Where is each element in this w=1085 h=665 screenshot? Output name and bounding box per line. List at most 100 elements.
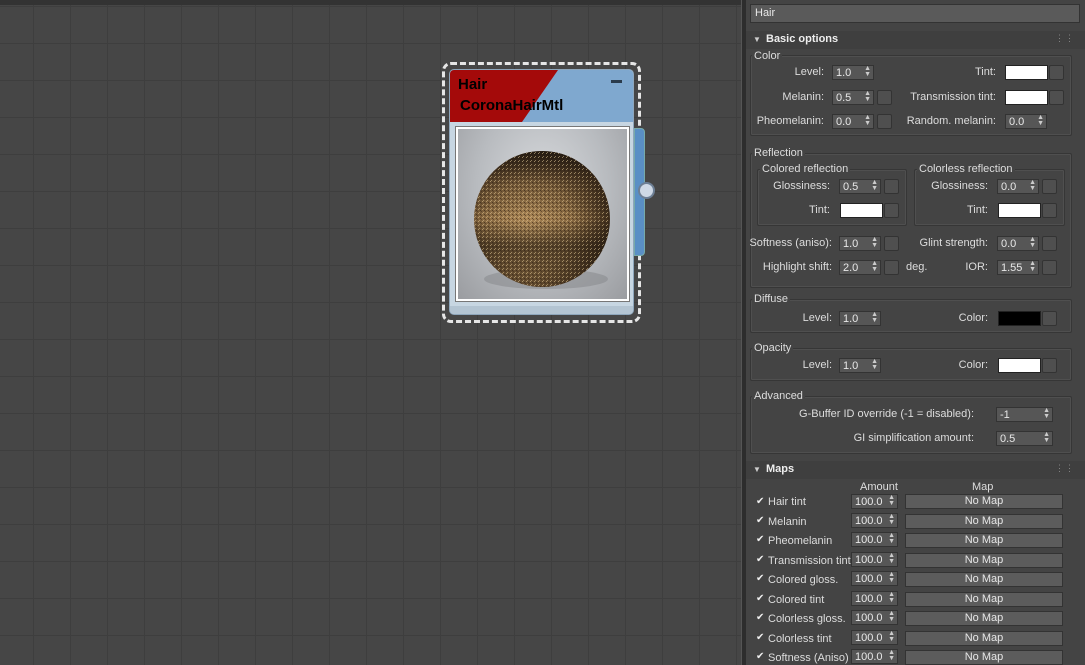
ior-map-button[interactable] [1042,260,1057,275]
map-row-label: Colored gloss. [768,574,839,586]
collapse-triangle-icon: ▼ [753,465,761,474]
opacity-color-swatch[interactable] [998,358,1041,373]
softness-map-button[interactable] [884,236,899,251]
map-slot-button[interactable]: No Map [905,533,1063,548]
map-amount-spinner[interactable]: 100.0 ▲ ▼ [851,649,898,664]
material-preview [458,129,627,299]
colored-tint-label: Tint: [809,204,830,216]
map-slot-button[interactable]: No Map [905,572,1063,587]
glint-strength-spinner[interactable]: 0.0 ▲ ▼ [997,236,1039,251]
map-row-label: Transmission tint [768,555,851,567]
tint-color-swatch[interactable] [1005,65,1048,80]
map-amount-spinner[interactable]: 100.0 ▲ ▼ [851,571,898,586]
colorless-tint-label: Tint: [967,204,988,216]
checkmark-icon[interactable]: ✔ [756,516,765,526]
colorless-glossiness-map-button[interactable] [1042,179,1057,194]
pheomelanin-spinner[interactable]: 0.0 ▲ ▼ [832,114,874,129]
drag-grip-icon[interactable]: ⋮⋮ [1055,463,1075,474]
node-header[interactable]: Hair CoronaHairMtl [450,70,633,122]
reflection-group-label: Reflection [752,147,805,159]
opacity-color-map-button[interactable] [1042,358,1057,373]
map-slot-button[interactable]: No Map [905,650,1063,665]
map-amount-spinner[interactable]: 100.0 ▲ ▼ [851,513,898,528]
material-preview-frame [455,126,630,302]
level-spinner[interactable]: 1.0 ▲ ▼ [832,65,874,80]
tint-label: Tint: [975,66,996,78]
map-slot-button[interactable]: No Map [905,494,1063,509]
opacity-level-label: Level: [802,359,832,371]
diffuse-color-swatch[interactable] [998,311,1041,326]
gbuffer-spinner[interactable]: -1 ▲ ▼ [996,407,1053,422]
checkmark-icon[interactable]: ✔ [756,633,765,643]
colorless-reflection-label: Colorless reflection [917,163,1015,175]
highlight-shift-unit: deg. [906,261,928,273]
diffuse-group-label: Diffuse [752,293,791,305]
gbuffer-label: G-Buffer ID override (-1 = disabled): [799,408,974,420]
checkmark-icon[interactable]: ✔ [756,535,765,545]
maps-rollout-header[interactable]: ▼ Maps ⋮⋮ [746,461,1085,479]
rollout-title: Maps [766,463,795,475]
opacity-level-spinner[interactable]: 1.0 ▲ ▼ [839,358,881,373]
softness-label: Softness (aniso): [749,237,832,249]
map-amount-spinner[interactable]: 100.0 ▲ ▼ [851,591,898,606]
random-melanin-spinner[interactable]: 0.0 ▲ ▼ [1005,114,1047,129]
colorless-glossiness-spinner[interactable]: 0.0 ▲ ▼ [997,179,1039,194]
node-title: Hair [458,76,488,93]
opacity-color-label: Color: [958,359,988,371]
map-slot-button[interactable]: No Map [905,553,1063,568]
colorless-tint-swatch[interactable] [998,203,1041,218]
gi-simplification-spinner[interactable]: 0.5 ▲ ▼ [996,431,1053,446]
softness-spinner[interactable]: 1.0 ▲ ▼ [839,236,881,251]
colored-glossiness-label: Glossiness: [773,180,830,192]
map-amount-spinner[interactable]: 100.0 ▲ ▼ [851,532,898,547]
map-amount-spinner[interactable]: 100.0 ▲ ▼ [851,610,898,625]
checkmark-icon[interactable]: ✔ [756,555,765,565]
checkmark-icon[interactable]: ✔ [756,594,765,604]
map-amount-spinner[interactable]: 100.0 ▲ ▼ [851,630,898,645]
random-melanin-label: Random. melanin: [906,115,996,127]
diffuse-color-map-button[interactable] [1042,311,1057,326]
minimize-icon[interactable] [611,80,622,83]
map-row-label: Softness (Aniso) [768,652,849,664]
node-subtitle: CoronaHairMtl [460,97,564,114]
gi-simplification-label: GI simplification amount: [853,432,974,444]
transmission-tint-swatch[interactable] [1005,90,1048,105]
colored-tint-swatch[interactable] [840,203,883,218]
diffuse-level-spinner[interactable]: 1.0 ▲ ▼ [839,311,881,326]
map-slot-button[interactable]: No Map [905,592,1063,607]
checkmark-icon[interactable]: ✔ [756,652,765,662]
map-slot-button[interactable]: No Map [905,611,1063,626]
colorless-tint-map-button[interactable] [1042,203,1057,218]
colored-glossiness-map-button[interactable] [884,179,899,194]
checkmark-icon[interactable]: ✔ [756,613,765,623]
diffuse-color-label: Color: [958,312,988,324]
drag-grip-icon[interactable]: ⋮⋮ [1055,33,1075,44]
basic-options-rollout-header[interactable]: ▼ Basic options ⋮⋮ [746,31,1085,49]
checkmark-icon[interactable]: ✔ [756,574,765,584]
map-row-label: Colored tint [768,594,825,606]
colored-glossiness-spinner[interactable]: 0.5 ▲ ▼ [839,179,881,194]
output-socket[interactable] [638,182,655,199]
rollout-title: Basic options [766,33,839,45]
melanin-spinner[interactable]: 0.5 ▲ ▼ [832,90,874,105]
colored-tint-map-button[interactable] [884,203,899,218]
tint-map-button[interactable] [1049,65,1064,80]
map-amount-spinner[interactable]: 100.0 ▲ ▼ [851,494,898,509]
level-label: Level: [794,66,824,78]
glint-strength-map-button[interactable] [1042,236,1057,251]
highlight-shift-spinner[interactable]: 2.0 ▲ ▼ [839,260,881,275]
highlight-shift-map-button[interactable] [884,260,899,275]
advanced-group-label: Advanced [752,390,805,402]
pheomelanin-label: Pheomelanin: [756,115,824,127]
material-node[interactable]: Hair CoronaHairMtl [449,69,634,315]
opacity-group-label: Opacity [752,342,794,354]
colorless-glossiness-label: Glossiness: [931,180,988,192]
ior-spinner[interactable]: 1.55 ▲ ▼ [997,260,1039,275]
transmission-tint-map-button[interactable] [1049,90,1064,105]
map-amount-spinner[interactable]: 100.0 ▲ ▼ [851,552,898,567]
checkmark-icon[interactable]: ✔ [756,497,765,507]
map-slot-button[interactable]: No Map [905,514,1063,529]
collapse-triangle-icon: ▼ [753,35,761,44]
map-slot-button[interactable]: No Map [905,631,1063,646]
material-name-field[interactable]: Hair [750,4,1080,23]
